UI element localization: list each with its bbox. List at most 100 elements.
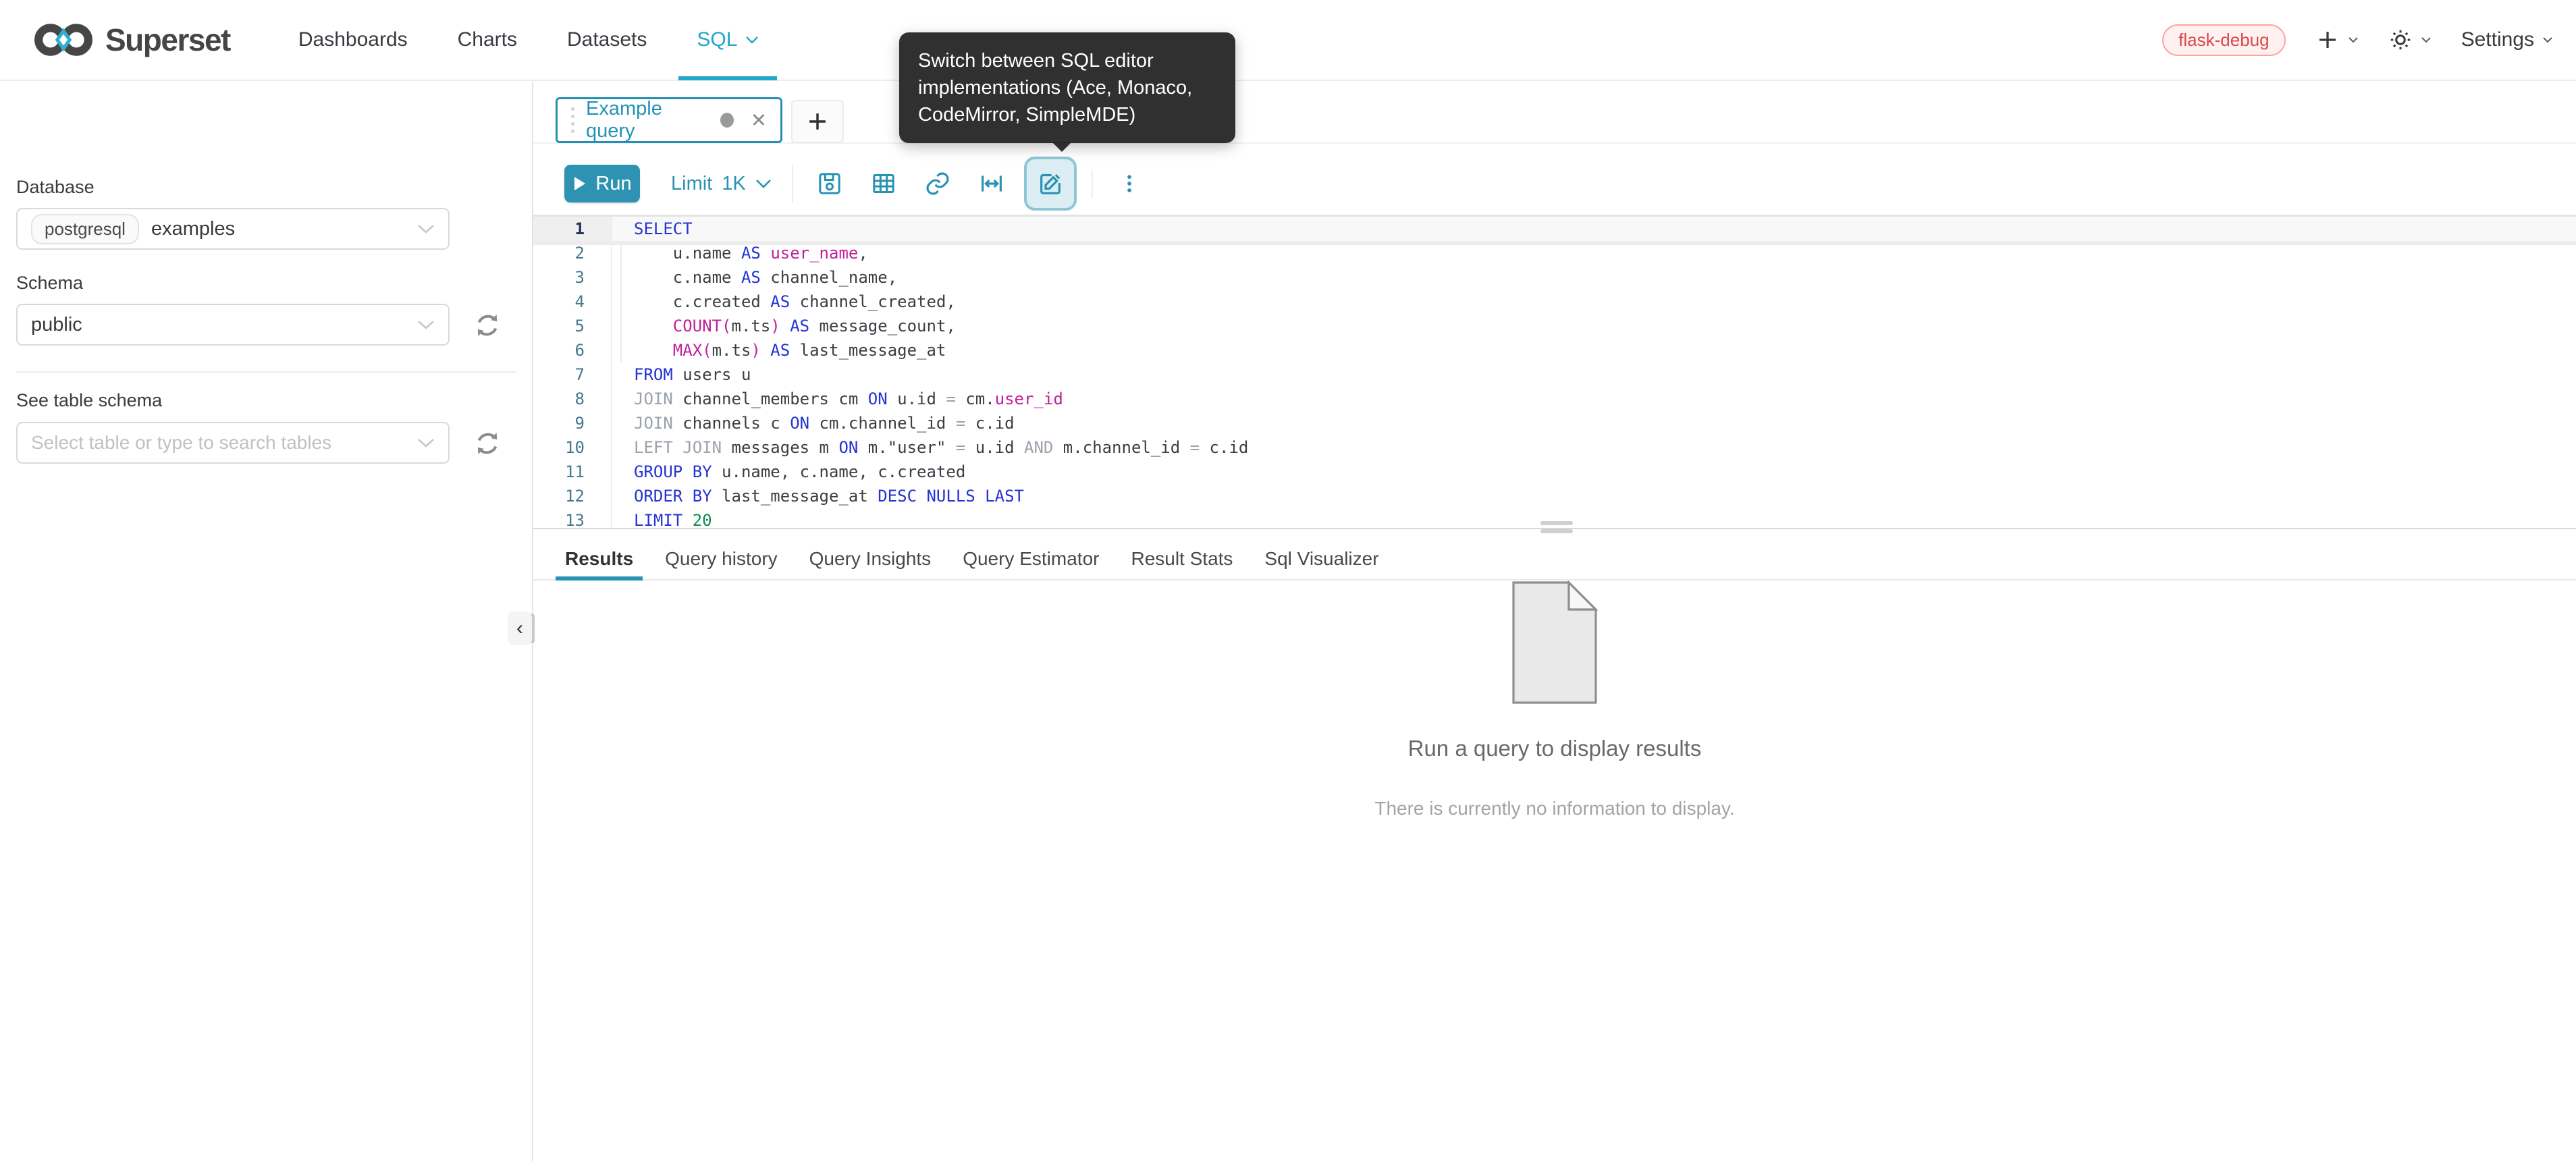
toolbar-divider	[1092, 169, 1093, 198]
sun-icon	[2388, 28, 2413, 52]
save-query-button[interactable]	[803, 163, 857, 204]
editor-toolbar: Run Limit 1K	[564, 163, 1156, 204]
sql-lab-page: Superset Dashboards Charts Datasets SQL …	[0, 0, 2576, 1161]
chevron-down-icon	[417, 438, 435, 448]
brand[interactable]: Superset	[32, 22, 230, 58]
code-line[interactable]: 5 COUNT(m.ts) AS message_count,	[533, 314, 2576, 338]
database-select[interactable]: postgresql examples	[16, 208, 450, 250]
line-number: 8	[533, 387, 611, 411]
nav-item-sql[interactable]: SQL	[672, 0, 784, 80]
chevron-down-icon	[2542, 36, 2553, 43]
table-select[interactable]: Select table or type to search tables	[16, 422, 450, 464]
code-line[interactable]: 6 MAX(m.ts) AS last_message_at	[533, 338, 2576, 362]
line-number: 1	[533, 217, 611, 241]
table-schema-label: See table schema	[16, 390, 162, 411]
nav-item-charts[interactable]: Charts	[433, 0, 542, 80]
theme-toggle-button[interactable]	[2388, 28, 2432, 52]
sql-editor-main: Example query ✕ Run Limit 1K	[533, 82, 2576, 1161]
sql-code-editor[interactable]: 1SELECT2 u.name AS user_name,3 c.name AS…	[533, 215, 2576, 528]
schema-label: Schema	[16, 273, 83, 294]
plus-icon	[2315, 28, 2340, 52]
empty-document-icon	[1511, 580, 1598, 705]
navbar: Superset Dashboards Charts Datasets SQL …	[0, 0, 2576, 81]
editor-switch-tooltip: Switch between SQL editor implementation…	[899, 32, 1235, 143]
chevron-down-icon	[417, 320, 435, 330]
code-line[interactable]: 10LEFT JOIN messages m ON m."user" = u.i…	[533, 435, 2576, 460]
line-number: 3	[533, 265, 611, 290]
query-tab-label: Example query	[586, 98, 706, 142]
database-engine-tag: postgresql	[31, 214, 139, 244]
add-tab-button[interactable]	[791, 100, 844, 143]
results-tabbar: Results Query history Query Insights Que…	[533, 539, 2576, 580]
tab-query-history[interactable]: Query history	[655, 539, 787, 579]
schema-select[interactable]: public	[16, 304, 450, 346]
settings-label: Settings	[2461, 28, 2534, 51]
line-number: 9	[533, 411, 611, 435]
schema-value: public	[31, 314, 82, 336]
toolbar-divider	[792, 165, 793, 202]
resize-grip-bar[interactable]	[1540, 521, 1573, 525]
code-line[interactable]: 4 c.created AS channel_created,	[533, 290, 2576, 314]
unsaved-indicator	[720, 113, 734, 128]
settings-menu[interactable]: Settings	[2461, 28, 2553, 51]
chevron-down-icon	[2348, 36, 2359, 43]
table-select-placeholder: Select table or type to search tables	[31, 432, 331, 454]
superset-logo-icon	[32, 22, 95, 58]
line-number: 2	[533, 241, 611, 265]
more-options-button[interactable]	[1102, 163, 1156, 204]
close-tab-icon[interactable]: ✕	[751, 109, 767, 132]
code-line[interactable]: 1SELECT	[533, 217, 2576, 241]
line-number: 13	[533, 508, 611, 528]
sql-code-lines: 1SELECT2 u.name AS user_name,3 c.name AS…	[533, 217, 2576, 528]
new-item-button[interactable]	[2315, 28, 2359, 52]
chevron-down-icon	[2421, 36, 2432, 43]
line-number: 4	[533, 290, 611, 314]
code-line[interactable]: 12ORDER BY last_message_at DESC NULLS LA…	[533, 484, 2576, 508]
code-line[interactable]: 11GROUP BY u.name, c.name, c.created	[533, 460, 2576, 484]
tab-query-estimator[interactable]: Query Estimator	[953, 539, 1108, 579]
run-button[interactable]: Run	[564, 165, 640, 202]
query-tab[interactable]: Example query ✕	[556, 97, 782, 143]
play-icon	[572, 176, 586, 191]
line-number: 10	[533, 435, 611, 460]
nav-items: Dashboards Charts Datasets SQL	[273, 0, 784, 80]
resize-grip-bar[interactable]	[1540, 529, 1573, 533]
code-line[interactable]: 3 c.name AS channel_name,	[533, 265, 2576, 290]
empty-state-title: Run a query to display results	[1408, 736, 1702, 761]
code-line[interactable]: 8JOIN channel_members cm ON u.id = cm.us…	[533, 387, 2576, 411]
code-line[interactable]: 2 u.name AS user_name,	[533, 241, 2576, 265]
refresh-tables-button[interactable]	[471, 427, 504, 460]
navbar-right: flask-debug	[2162, 24, 2553, 56]
limit-dropdown[interactable]: Limit 1K	[671, 173, 772, 195]
chevron-down-icon	[417, 224, 435, 234]
line-number: 6	[533, 338, 611, 362]
empty-state-subtitle: There is currently no information to dis…	[1374, 798, 1734, 819]
drag-handle-icon[interactable]	[571, 107, 574, 133]
refresh-schemas-button[interactable]	[471, 309, 504, 342]
line-number: 5	[533, 314, 611, 338]
nav-item-dashboards[interactable]: Dashboards	[273, 0, 433, 80]
tab-query-insights[interactable]: Query Insights	[800, 539, 941, 579]
results-empty-state: Run a query to display results There is …	[533, 580, 2576, 819]
sql-lab-sidebar: Database postgresql examples Schema publ…	[0, 82, 532, 1161]
toolbar-icons	[803, 157, 1156, 211]
copy-link-button[interactable]	[911, 163, 965, 204]
brand-wordmark: Superset	[105, 22, 230, 58]
chevron-down-icon	[745, 36, 759, 44]
tab-sql-visualizer[interactable]: Sql Visualizer	[1255, 539, 1388, 579]
environment-badge: flask-debug	[2162, 24, 2285, 56]
line-number: 11	[533, 460, 611, 484]
chevron-down-icon	[755, 179, 772, 188]
line-number: 12	[533, 484, 611, 508]
format-width-button[interactable]	[965, 163, 1019, 204]
nav-item-datasets[interactable]: Datasets	[542, 0, 672, 80]
code-line[interactable]: 7FROM users u	[533, 362, 2576, 387]
render-table-button[interactable]	[857, 163, 911, 204]
switch-editor-button[interactable]	[1024, 157, 1077, 211]
tab-result-stats[interactable]: Result Stats	[1121, 539, 1242, 579]
line-number: 7	[533, 362, 611, 387]
collapse-sidebar-button[interactable]: ‹	[508, 612, 532, 645]
code-line[interactable]: 9JOIN channels c ON cm.channel_id = c.id	[533, 411, 2576, 435]
database-label: Database	[16, 177, 95, 198]
tab-results[interactable]: Results	[556, 539, 643, 579]
